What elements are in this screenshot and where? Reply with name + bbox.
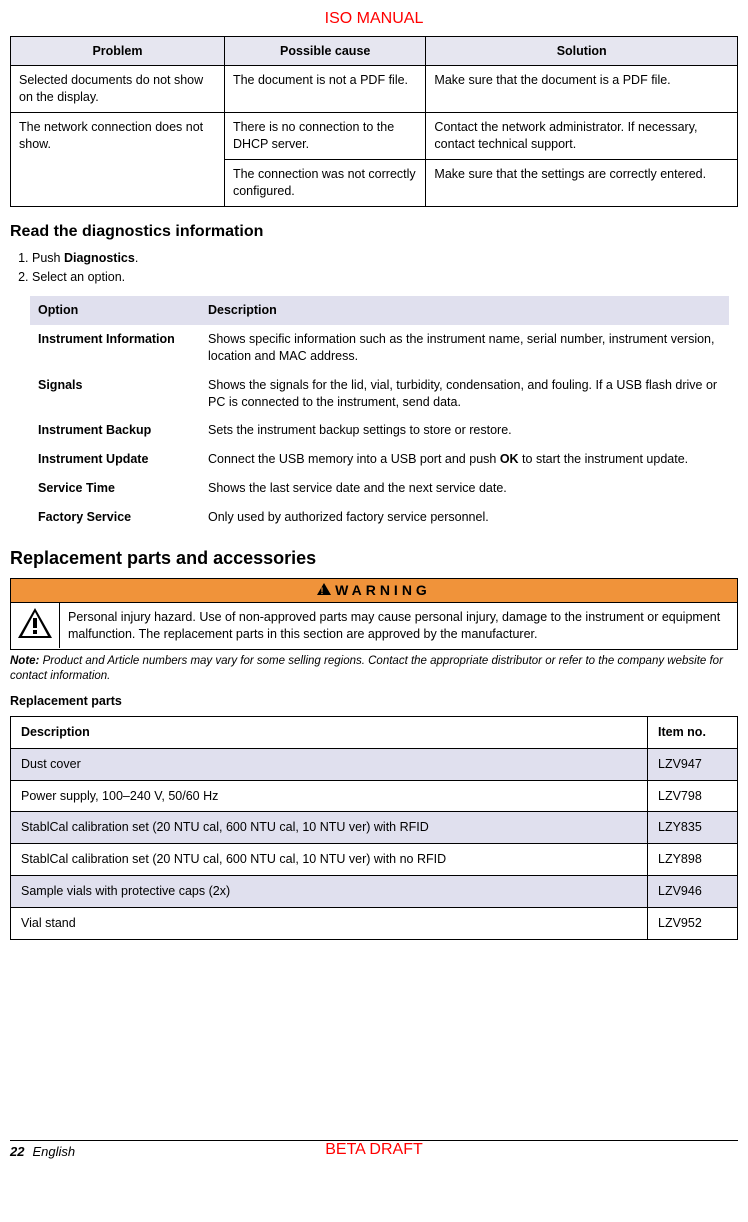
replacement-parts-subheading: Replacement parts	[10, 693, 738, 710]
cell: Shows the last service date and the next…	[200, 474, 729, 503]
diagnostics-steps: Push Diagnostics. Select an option.	[10, 250, 738, 286]
col-option: Option	[30, 296, 200, 325]
warning-label: WARNING	[335, 581, 431, 600]
beta-draft-label: BETA DRAFT	[325, 1139, 423, 1161]
table-row: StablCal calibration set (20 NTU cal, 60…	[11, 812, 738, 844]
cell: Vial stand	[11, 908, 648, 940]
cell: Selected documents do not show on the di…	[11, 66, 225, 113]
table-row: StablCal calibration set (20 NTU cal, 60…	[11, 844, 738, 876]
cell: LZV947	[648, 748, 738, 780]
cell: LZV946	[648, 876, 738, 908]
diagnostics-heading: Read the diagnostics information	[10, 221, 738, 243]
table-row: Signals Shows the signals for the lid, v…	[30, 371, 729, 417]
step-2: Select an option.	[32, 269, 738, 286]
note-body: Product and Article numbers may vary for…	[10, 655, 723, 683]
cell: LZY898	[648, 844, 738, 876]
cell: Power supply, 100–240 V, 50/60 Hz	[11, 780, 648, 812]
warning-hazard-icon	[11, 603, 60, 648]
replacement-parts-table: Description Item no. Dust cover LZV947 P…	[10, 716, 738, 940]
header-title: ISO MANUAL	[10, 8, 738, 30]
table-row: Instrument Information Shows specific in…	[30, 325, 729, 371]
table-row: Instrument Backup Sets the instrument ba…	[30, 416, 729, 445]
cell: Instrument Information	[30, 325, 200, 371]
cell: Connect the USB memory into a USB port a…	[200, 445, 729, 474]
note-label: Note:	[10, 655, 39, 667]
cell: The connection was not correctly configu…	[224, 159, 425, 206]
col-item-no: Item no.	[648, 716, 738, 748]
cell: StablCal calibration set (20 NTU cal, 60…	[11, 844, 648, 876]
replacement-heading: Replacement parts and accessories	[10, 546, 738, 570]
table-row: Dust cover LZV947	[11, 748, 738, 780]
table-row: Sample vials with protective caps (2x) L…	[11, 876, 738, 908]
diagnostics-menu: Diagnostics	[64, 251, 135, 265]
cell: StablCal calibration set (20 NTU cal, 60…	[11, 812, 648, 844]
cell: LZV798	[648, 780, 738, 812]
cell: Make sure that the document is a PDF fil…	[426, 66, 738, 113]
col-description: Description	[200, 296, 729, 325]
cell: Contact the network administrator. If ne…	[426, 113, 738, 160]
col-cause: Possible cause	[224, 36, 425, 66]
col-solution: Solution	[426, 36, 738, 66]
svg-text:!: !	[321, 586, 328, 595]
cell: LZV952	[648, 908, 738, 940]
col-problem: Problem	[11, 36, 225, 66]
table-row: Factory Service Only used by authorized …	[30, 503, 729, 532]
cell: Sample vials with protective caps (2x)	[11, 876, 648, 908]
cell: Make sure that the settings are correctl…	[426, 159, 738, 206]
table-row: Instrument Update Connect the USB memory…	[30, 445, 729, 474]
troubleshooting-table: Problem Possible cause Solution Selected…	[10, 36, 738, 207]
cell: Instrument Update	[30, 445, 200, 474]
ok-button-ref: OK	[500, 452, 519, 466]
col-description: Description	[11, 716, 648, 748]
table-row: Service Time Shows the last service date…	[30, 474, 729, 503]
cell: Only used by authorized factory service …	[200, 503, 729, 532]
cell: Factory Service	[30, 503, 200, 532]
note: Note: Product and Article numbers may va…	[10, 654, 738, 685]
cell: Sets the instrument backup settings to s…	[200, 416, 729, 445]
warning-text: Personal injury hazard. Use of non-appro…	[60, 603, 737, 649]
cell: Instrument Backup	[30, 416, 200, 445]
warning-header: ! WARNING	[11, 579, 737, 603]
warning-triangle-icon: !	[317, 581, 331, 600]
cell: The document is not a PDF file.	[224, 66, 425, 113]
table-row: The network connection does not show. Th…	[11, 113, 738, 160]
table-row: Selected documents do not show on the di…	[11, 66, 738, 113]
diagnostics-options-table: Option Description Instrument Informatio…	[30, 296, 729, 532]
language-label: English	[32, 1143, 75, 1161]
cell: Shows the signals for the lid, vial, tur…	[200, 371, 729, 417]
cell: Shows specific information such as the i…	[200, 325, 729, 371]
warning-box: ! WARNING Personal injury hazard. Use of…	[10, 578, 738, 650]
table-row: Vial stand LZV952	[11, 908, 738, 940]
cell: Dust cover	[11, 748, 648, 780]
cell: LZY835	[648, 812, 738, 844]
cell: There is no connection to the DHCP serve…	[224, 113, 425, 160]
page-footer: 22 English BETA DRAFT	[10, 1140, 738, 1161]
cell: Signals	[30, 371, 200, 417]
table-row: Power supply, 100–240 V, 50/60 Hz LZV798	[11, 780, 738, 812]
step-1: Push Diagnostics.	[32, 250, 738, 267]
page-number: 22	[10, 1143, 24, 1161]
cell: The network connection does not show.	[11, 113, 225, 207]
cell: Service Time	[30, 474, 200, 503]
